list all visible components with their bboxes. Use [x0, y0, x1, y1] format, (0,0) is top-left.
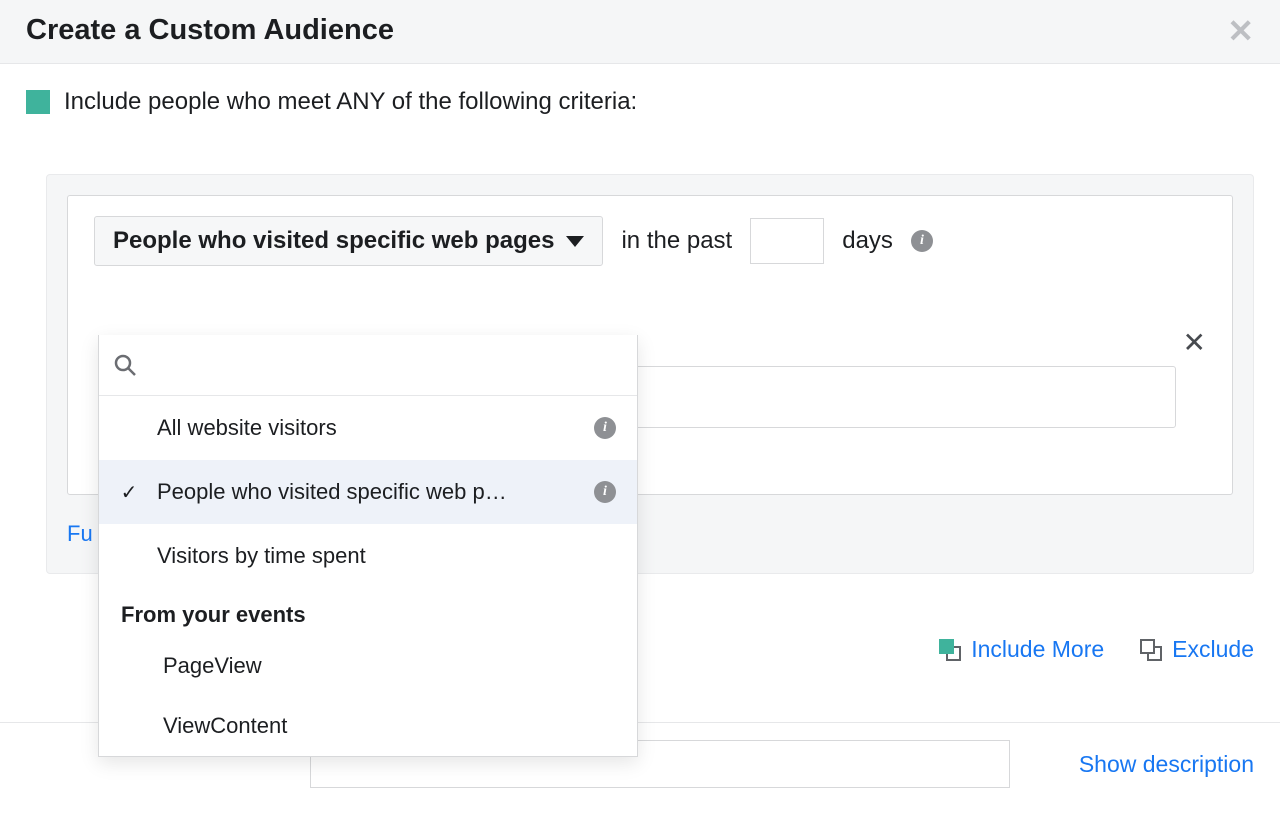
dropdown-search-row	[99, 335, 637, 396]
criteria-text: Include people who meet ANY of the follo…	[64, 88, 637, 116]
audience-type-dropdown-panel: All website visitors i ✓ People who visi…	[98, 335, 638, 757]
exclude-label: Exclude	[1172, 636, 1254, 663]
search-icon	[113, 353, 137, 377]
info-icon[interactable]: i	[594, 417, 616, 439]
dialog-header: Create a Custom Audience ✕	[0, 0, 1280, 64]
dropdown-option-label: All website visitors	[157, 415, 575, 441]
dropdown-event-label: PageView	[163, 653, 262, 679]
dropdown-option-all-visitors[interactable]: All website visitors i	[99, 396, 637, 460]
check-icon: ✓	[121, 480, 138, 505]
days-input[interactable]	[750, 218, 824, 264]
close-icon[interactable]: ✕	[1227, 15, 1254, 47]
further-refine-link[interactable]: Fu	[67, 521, 93, 547]
dropdown-section-header: From your events	[99, 588, 637, 636]
dropdown-search-input[interactable]	[151, 351, 623, 379]
chevron-down-icon	[566, 236, 584, 247]
layers-icon	[939, 639, 961, 661]
filter-row: People who visited specific web pages in…	[94, 216, 1206, 266]
exclude-button[interactable]: Exclude	[1140, 636, 1254, 663]
dropdown-option-specific-pages[interactable]: ✓ People who visited specific web p… i	[99, 460, 637, 524]
dropdown-option-label: Visitors by time spent	[157, 543, 575, 569]
info-icon[interactable]: i	[911, 230, 933, 252]
include-indicator-icon	[26, 90, 50, 114]
actions-row: Include More Exclude	[939, 636, 1254, 663]
layers-outline-icon	[1140, 639, 1162, 661]
include-more-button[interactable]: Include More	[939, 636, 1104, 663]
dropdown-event-label: ViewContent	[163, 713, 287, 739]
prefix-text: in the past	[621, 227, 732, 255]
dropdown-option-time-spent[interactable]: Visitors by time spent	[99, 524, 637, 588]
remove-rule-icon[interactable]: ✕	[1183, 326, 1206, 359]
criteria-row: Include people who meet ANY of the follo…	[0, 64, 1280, 124]
info-icon[interactable]: i	[594, 481, 616, 503]
include-more-label: Include More	[971, 636, 1104, 663]
dialog-title: Create a Custom Audience	[26, 14, 394, 47]
dropdown-option-label: People who visited specific web p…	[157, 479, 575, 505]
show-description-link[interactable]: Show description	[1079, 751, 1254, 778]
dropdown-selected-label: People who visited specific web pages	[113, 227, 554, 255]
audience-type-dropdown[interactable]: People who visited specific web pages	[94, 216, 603, 266]
dropdown-event-pageview[interactable]: PageView	[99, 636, 637, 696]
dropdown-event-viewcontent[interactable]: ViewContent	[99, 696, 637, 756]
suffix-text: days	[842, 227, 893, 255]
